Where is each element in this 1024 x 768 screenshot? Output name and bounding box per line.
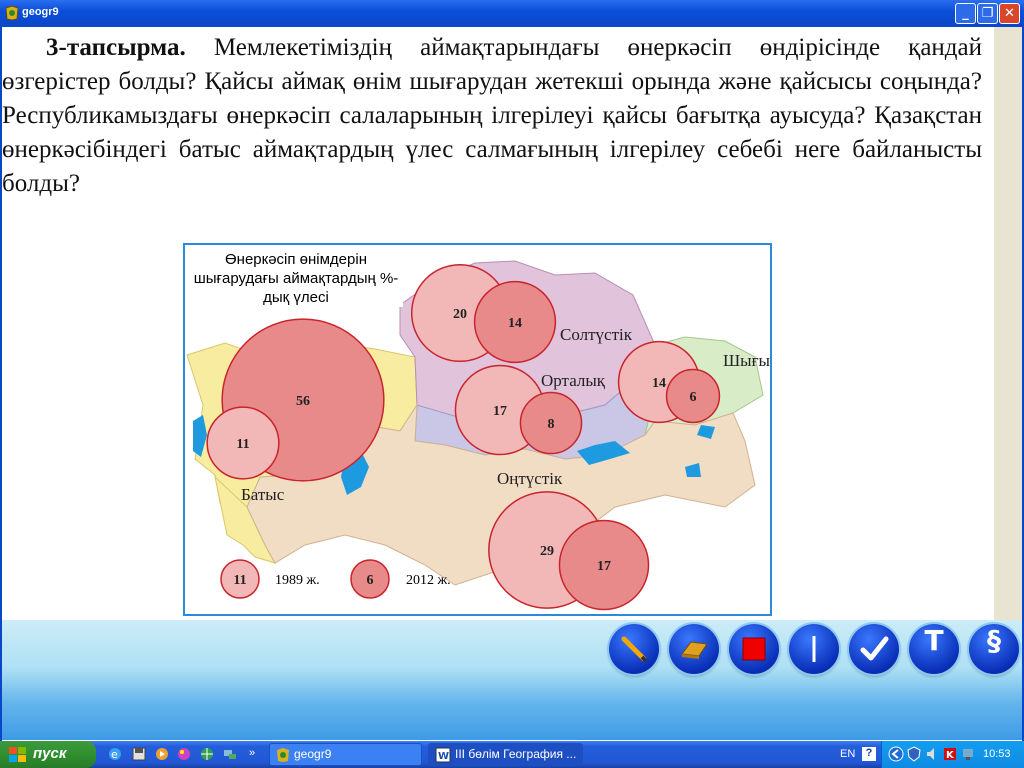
network-tray-icon[interactable]	[960, 746, 976, 762]
label-central: Орталық	[541, 371, 606, 390]
task-number: 3-тапсырма.	[46, 34, 186, 61]
svg-text:K: K	[946, 750, 955, 761]
circle-west-y1989-value: 11	[236, 437, 249, 452]
pen-tool-button[interactable]	[609, 624, 659, 674]
close-button[interactable]: ✕	[999, 3, 1020, 24]
disk-icon[interactable]	[131, 746, 147, 762]
eraser-tool-button[interactable]	[669, 624, 719, 674]
task-text: 3-тапсырма. Мемлекетіміздің аймақтарында…	[2, 31, 982, 201]
legend-label-2012: 2012 ж.	[406, 573, 451, 588]
eraser-icon	[681, 641, 708, 659]
svg-text:W: W	[438, 751, 449, 762]
red-square-icon	[742, 637, 766, 661]
circle-east-y2012-value: 6	[690, 390, 697, 405]
task-button-geogr9[interactable]: geogr9	[269, 743, 422, 766]
color-tool-button[interactable]	[729, 624, 779, 674]
shield-icon[interactable]	[906, 746, 922, 762]
window-title: geogr9	[22, 6, 59, 18]
text-tool-icon: T	[924, 624, 944, 657]
check-tool-button[interactable]	[849, 624, 899, 674]
section-sign-icon: §	[987, 624, 1001, 657]
checkmark-icon	[860, 636, 889, 661]
document-icon: W	[435, 747, 451, 763]
task-label: ІІІ бөлім География ...	[455, 747, 577, 761]
circle-central-y2012-value: 8	[548, 417, 555, 432]
pen-icon	[621, 636, 648, 663]
chevron-more-icon[interactable]: »	[249, 747, 255, 759]
line-tool-button[interactable]	[789, 624, 839, 674]
windows-logo-icon	[9, 747, 26, 762]
kazakhstan-map: 56 11 20 14 17 8 14 6 29 17 11 6 Өнеркәсіп өнімдері…	[183, 243, 772, 616]
circle-south-y1989-value: 29	[540, 544, 554, 559]
side-strip	[994, 27, 1022, 620]
antivirus-icon[interactable]: K	[942, 746, 958, 762]
paint-icon[interactable]	[176, 746, 192, 762]
circle-north-y1989-value: 20	[453, 307, 467, 322]
text-tool-button[interactable]: T	[909, 624, 959, 674]
media-player-icon[interactable]	[154, 746, 170, 762]
circle-east-y1989-value: 14	[652, 376, 666, 391]
label-south: Оңтүстік	[497, 469, 563, 488]
minimize-button[interactable]: _	[955, 3, 976, 24]
start-button[interactable]: пуск	[0, 741, 96, 768]
legend-label-1989: 1989 ж.	[275, 573, 320, 588]
task-button-document[interactable]: ІІІ бөлім География ... W	[428, 743, 583, 766]
globe-icon[interactable]	[199, 746, 215, 762]
legend-circle-1989-value: 11	[233, 573, 246, 588]
label-east: Шығыс	[723, 351, 770, 370]
legend-circle-2012-value: 6	[367, 573, 374, 588]
circle-central-y1989-value: 17	[493, 404, 507, 419]
section-tool-button[interactable]: §	[969, 624, 1019, 674]
ie-icon[interactable]: e	[107, 746, 123, 762]
app-icon	[277, 748, 289, 762]
circle-south-y2012-value: 17	[597, 559, 611, 574]
title-bar: geogr9 _ ❐ ✕	[0, 0, 1024, 27]
legend-title: Өнеркәсіп өнімдерін шығарудағы аймақтард…	[189, 250, 403, 307]
svg-text:e: e	[111, 748, 118, 761]
clock: 10:53	[983, 748, 1011, 760]
start-label: пуск	[33, 745, 67, 762]
label-north: Солтүстік	[560, 325, 632, 344]
task-label: geogr9	[294, 747, 332, 761]
system-tray: K 10:53	[881, 741, 1024, 768]
taskbar: пуск e » geogr9 ІІІ бөлім География ... …	[0, 741, 1024, 768]
maximize-button[interactable]: ❐	[977, 3, 998, 24]
speaker-icon[interactable]	[924, 746, 940, 762]
label-west: Батыс	[241, 485, 285, 504]
help-icon[interactable]: ?	[862, 747, 876, 761]
circle-north-y2012-value: 14	[508, 316, 522, 331]
vertical-line-icon	[812, 636, 816, 662]
language-indicator[interactable]: EN	[840, 748, 855, 760]
back-arrow-icon[interactable]	[888, 746, 904, 762]
app-icon	[5, 5, 19, 21]
network-icon[interactable]	[222, 746, 238, 762]
circle-west-y2012-value: 56	[296, 394, 310, 409]
